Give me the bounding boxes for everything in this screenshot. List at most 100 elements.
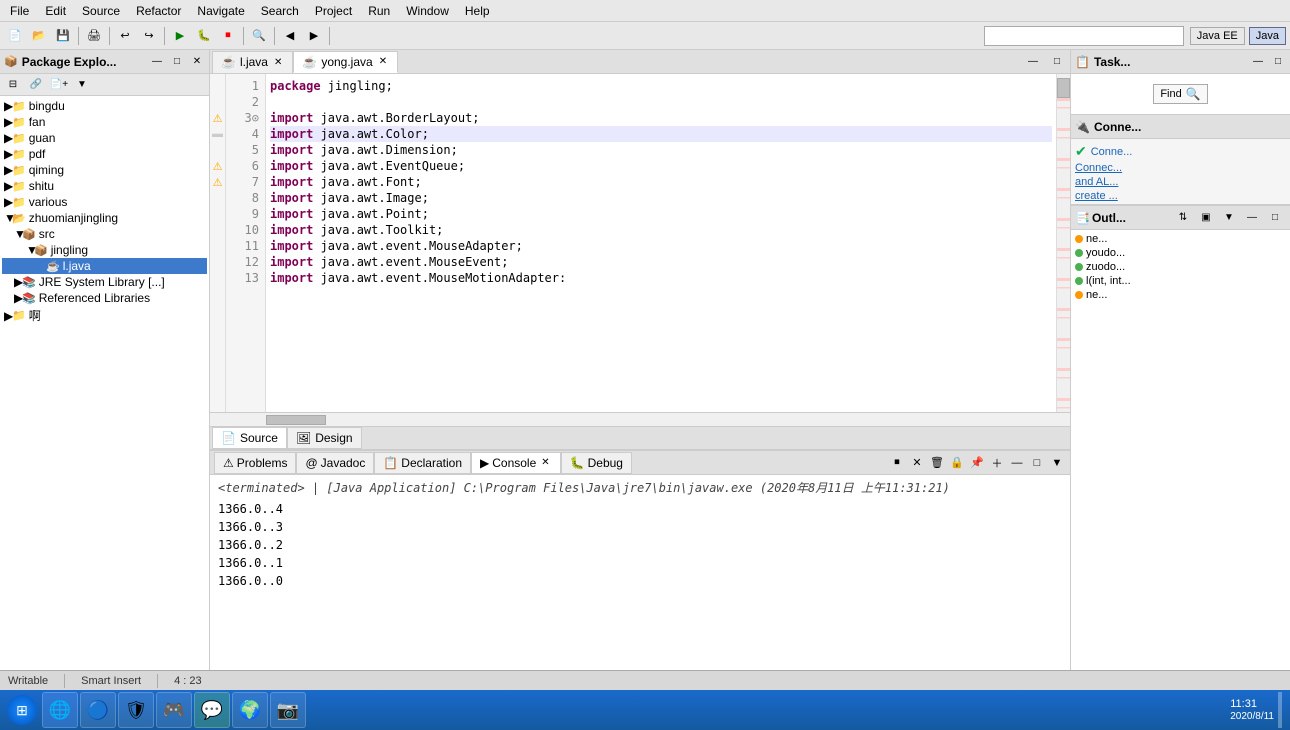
- console-tab[interactable]: ▶ Console ✕: [471, 452, 561, 474]
- tree-item-qiming[interactable]: ▶ 📁 qiming: [2, 162, 207, 178]
- save-button[interactable]: 💾: [52, 25, 74, 47]
- source-tab[interactable]: 📄 Source: [212, 427, 287, 449]
- debug-button[interactable]: 🐛: [193, 25, 215, 47]
- taskbar-app-game[interactable]: 🎮: [156, 692, 192, 728]
- horizontal-scrollbar[interactable]: [210, 412, 1070, 426]
- tree-item-fan[interactable]: ▶ 📁 fan: [2, 114, 207, 130]
- stop-button[interactable]: ⏹: [217, 25, 239, 47]
- design-tab[interactable]: 🖼 Design: [287, 427, 362, 449]
- link-editor-button[interactable]: 🔗: [25, 74, 47, 96]
- menu-help[interactable]: Help: [459, 3, 496, 19]
- taskbar-app-shield[interactable]: 🛡: [118, 692, 154, 728]
- tab-ljava[interactable]: ☕ l.java ✕: [212, 51, 293, 73]
- close-console-button[interactable]: ✕: [908, 454, 926, 472]
- windows-orb[interactable]: ⊞: [7, 695, 37, 725]
- h-scrollbar-thumb[interactable]: [266, 415, 326, 425]
- menu-window[interactable]: Window: [400, 3, 455, 19]
- maximize-editor-button[interactable]: □: [1046, 51, 1068, 73]
- taskbar-app-earth[interactable]: 🌍: [232, 692, 268, 728]
- tree-item-ah[interactable]: ▶ 📁 啊: [2, 306, 207, 325]
- undo-button[interactable]: ↩: [114, 25, 136, 47]
- outline-item-4[interactable]: l(int, int...: [1073, 274, 1288, 288]
- redo-button[interactable]: ↪: [138, 25, 160, 47]
- minimize-task-button[interactable]: —: [1250, 54, 1266, 70]
- minimize-console-button[interactable]: —: [1008, 454, 1026, 472]
- taskbar-app-wechat[interactable]: 💬: [194, 692, 230, 728]
- menu-run[interactable]: Run: [362, 3, 396, 19]
- console-close[interactable]: ✕: [539, 457, 551, 468]
- javadoc-tab[interactable]: @ Javadoc: [296, 452, 374, 474]
- maximize-console-button[interactable]: □: [1028, 454, 1046, 472]
- taskbar-app-blue[interactable]: 🔵: [80, 692, 116, 728]
- minimize-outline-button[interactable]: —: [1241, 207, 1263, 229]
- back-button[interactable]: ◀: [279, 25, 301, 47]
- search-button[interactable]: 🔍: [248, 25, 270, 47]
- menu-edit[interactable]: Edit: [39, 3, 72, 19]
- tab-yong-java[interactable]: ☕ yong.java ✕: [293, 51, 398, 73]
- outline-item-1[interactable]: ne...: [1073, 232, 1288, 246]
- print-button[interactable]: 🖨: [83, 25, 105, 47]
- scroll-lock-button[interactable]: 🔒: [948, 454, 966, 472]
- editor-scrollbar[interactable]: [1056, 74, 1070, 412]
- declaration-tab[interactable]: 📋 Declaration: [374, 452, 471, 474]
- taskbar-app-browser[interactable]: 🌐: [42, 692, 78, 728]
- minimize-editor-button[interactable]: —: [1022, 51, 1044, 73]
- tab-ljava-close[interactable]: ✕: [272, 57, 284, 68]
- new-console-button[interactable]: ＋: [988, 454, 1006, 472]
- connect-link-2[interactable]: and AL...: [1075, 176, 1286, 188]
- connect-link-1[interactable]: Connec...: [1075, 162, 1286, 174]
- taskbar-app-camera[interactable]: 📷: [270, 692, 306, 728]
- ln-2: 2: [226, 94, 265, 110]
- start-button[interactable]: ⊞: [4, 692, 40, 728]
- maximize-outline-button[interactable]: □: [1264, 207, 1286, 229]
- tree-item-guan[interactable]: ▶ 📁 guan: [2, 130, 207, 146]
- open-button[interactable]: 📂: [28, 25, 50, 47]
- menu-search[interactable]: Search: [255, 3, 305, 19]
- view-menu-button[interactable]: ▼: [71, 74, 93, 96]
- outline-item-2[interactable]: youdo...: [1073, 246, 1288, 260]
- menu-project[interactable]: Project: [309, 3, 358, 19]
- tab-yongjava-close[interactable]: ✕: [377, 56, 389, 67]
- menu-navigate[interactable]: Navigate: [191, 3, 250, 19]
- outline-sort-button[interactable]: ⇅: [1172, 207, 1194, 229]
- tree-item-ljava[interactable]: ☕ l.java: [2, 258, 207, 274]
- code-content[interactable]: package jingling; import java.awt.Border…: [266, 74, 1056, 412]
- stop-console-button[interactable]: ⏹: [888, 454, 906, 472]
- scrollbar-thumb[interactable]: [1057, 78, 1070, 98]
- run-button[interactable]: ▶: [169, 25, 191, 47]
- java-perspective-button[interactable]: Java: [1249, 27, 1286, 45]
- tree-item-jre[interactable]: ▶ 📚 JRE System Library [...]: [2, 274, 207, 290]
- debug-tab[interactable]: 🐛 Debug: [561, 452, 632, 474]
- new-button[interactable]: 📄: [4, 25, 26, 47]
- console-view-menu-button[interactable]: ▼: [1048, 454, 1066, 472]
- tree-item-referenced-libraries[interactable]: ▶ 📚 Referenced Libraries: [2, 290, 207, 306]
- tree-item-various[interactable]: ▶ 📁 various: [2, 194, 207, 210]
- outline-menu-button[interactable]: ▼: [1218, 207, 1240, 229]
- close-left-button[interactable]: ✕: [189, 54, 205, 70]
- tree-item-jingling[interactable]: ▼ 📦 jingling: [2, 242, 207, 258]
- pin-console-button[interactable]: 📌: [968, 454, 986, 472]
- taskbar-show-desktop[interactable]: [1278, 692, 1282, 728]
- outline-item-5[interactable]: ne...: [1073, 288, 1288, 302]
- menu-refactor[interactable]: Refactor: [130, 3, 187, 19]
- menu-source[interactable]: Source: [76, 3, 126, 19]
- tree-item-zhuomianjingling[interactable]: ▼ 📂 zhuomianjingling: [2, 210, 207, 226]
- tree-item-shitu[interactable]: ▶ 📁 shitu: [2, 178, 207, 194]
- problems-tab[interactable]: ⚠ Problems: [214, 452, 296, 474]
- java-ee-perspective-button[interactable]: Java EE: [1190, 27, 1245, 45]
- tree-item-pdf[interactable]: ▶ 📁 pdf: [2, 146, 207, 162]
- tree-item-src[interactable]: ▼ 📦 src: [2, 226, 207, 242]
- maximize-left-button[interactable]: □: [169, 54, 185, 70]
- maximize-task-button[interactable]: □: [1270, 54, 1286, 70]
- collapse-all-button[interactable]: ⊟: [2, 74, 24, 96]
- quick-access-input[interactable]: [991, 29, 1177, 43]
- minimize-left-button[interactable]: —: [149, 54, 165, 70]
- clear-console-button[interactable]: 🗑: [928, 454, 946, 472]
- new-file-button[interactable]: 📄+: [48, 74, 70, 96]
- outline-item-3[interactable]: zuodo...: [1073, 260, 1288, 274]
- tree-item-bingdu[interactable]: ▶ 📁 bingdu: [2, 98, 207, 114]
- outline-fields-button[interactable]: ▣: [1195, 207, 1217, 229]
- connect-link-3[interactable]: create ...: [1075, 190, 1286, 202]
- menu-file[interactable]: File: [4, 3, 35, 19]
- forward-button[interactable]: ▶: [303, 25, 325, 47]
